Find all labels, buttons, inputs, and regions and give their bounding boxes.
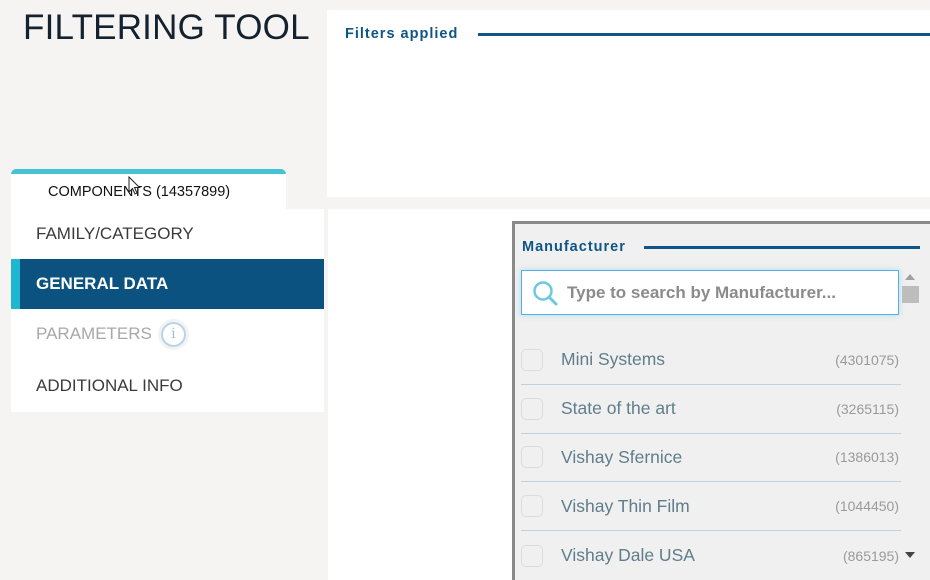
side-nav: FAMILY/CATEGORY GENERAL DATA PARAMETERS …	[11, 209, 324, 412]
nav-item-additional-info[interactable]: ADDITIONAL INFO	[11, 359, 324, 413]
manufacturer-count: (3265115)	[836, 400, 899, 417]
manufacturer-count: (1386013)	[835, 449, 899, 466]
manufacturer-count: (4301075)	[835, 351, 899, 368]
manufacturer-name: Mini Systems	[561, 349, 666, 370]
manufacturer-name: Vishay Sfernice	[561, 446, 683, 467]
filters-divider-line	[478, 32, 930, 36]
nav-item-general-data[interactable]: GENERAL DATA	[11, 259, 324, 309]
manufacturer-header: Manufacturer	[522, 239, 920, 255]
manufacturer-checkbox[interactable]	[521, 446, 543, 469]
manufacturer-checkbox[interactable]	[521, 544, 543, 567]
manufacturer-checkbox[interactable]	[521, 397, 543, 420]
manufacturer-count: (865195)	[842, 547, 899, 564]
manufacturer-filter-panel: Manufacturer Mini Systems (4301075) Stat…	[512, 221, 930, 580]
manufacturer-list: Mini Systems (4301075) State of the art …	[521, 336, 901, 580]
tab-components[interactable]: COMPONENTS (14357899)	[11, 169, 286, 211]
manufacturer-checkbox[interactable]	[521, 495, 543, 518]
manufacturer-list-item[interactable]: Vishay Sfernice (1386013)	[521, 434, 901, 483]
manufacturer-list-item[interactable]: Vishay Dale USA (865195)	[521, 531, 901, 580]
nav-item-label: FAMILY/CATEGORY	[36, 224, 194, 243]
manufacturer-name: State of the art	[561, 398, 676, 419]
nav-item-label: PARAMETERS	[36, 324, 152, 343]
nav-item-parameters[interactable]: PARAMETERS i	[11, 309, 324, 359]
manufacturer-list-item[interactable]: Vishay Thin Film (1044450)	[521, 482, 901, 532]
manufacturer-name: Vishay Dale USA	[561, 545, 695, 566]
manufacturer-list-item[interactable]: State of the art (3265115)	[521, 385, 901, 434]
manufacturer-list-item[interactable]: Mini Systems (4301075)	[521, 336, 901, 385]
nav-item-label: GENERAL DATA	[36, 274, 169, 293]
manufacturer-name: Vishay Thin Film	[561, 495, 690, 516]
nav-item-label: ADDITIONAL INFO	[36, 376, 183, 395]
filters-applied-header: Filters applied	[345, 26, 930, 42]
scrollbar-thumb[interactable]	[902, 286, 919, 303]
search-icon	[533, 280, 558, 305]
manufacturer-count: (1044450)	[835, 498, 899, 515]
filters-applied-panel: Filters applied	[327, 10, 930, 197]
filters-applied-title: Filters applied	[345, 26, 459, 42]
scroll-down-arrow-icon[interactable]	[905, 552, 915, 558]
mouse-cursor-icon	[128, 176, 141, 195]
manufacturer-search-box[interactable]	[521, 270, 899, 315]
manufacturer-checkbox[interactable]	[521, 348, 543, 371]
manufacturer-divider-line	[643, 245, 920, 249]
page-title: FILTERING TOOL	[23, 8, 310, 47]
manufacturer-search-input[interactable]	[567, 282, 887, 303]
scroll-up-arrow-icon[interactable]	[905, 274, 915, 280]
info-icon[interactable]: i	[160, 321, 186, 347]
nav-item-family-category[interactable]: FAMILY/CATEGORY	[11, 209, 324, 259]
manufacturer-title: Manufacturer	[522, 239, 626, 255]
